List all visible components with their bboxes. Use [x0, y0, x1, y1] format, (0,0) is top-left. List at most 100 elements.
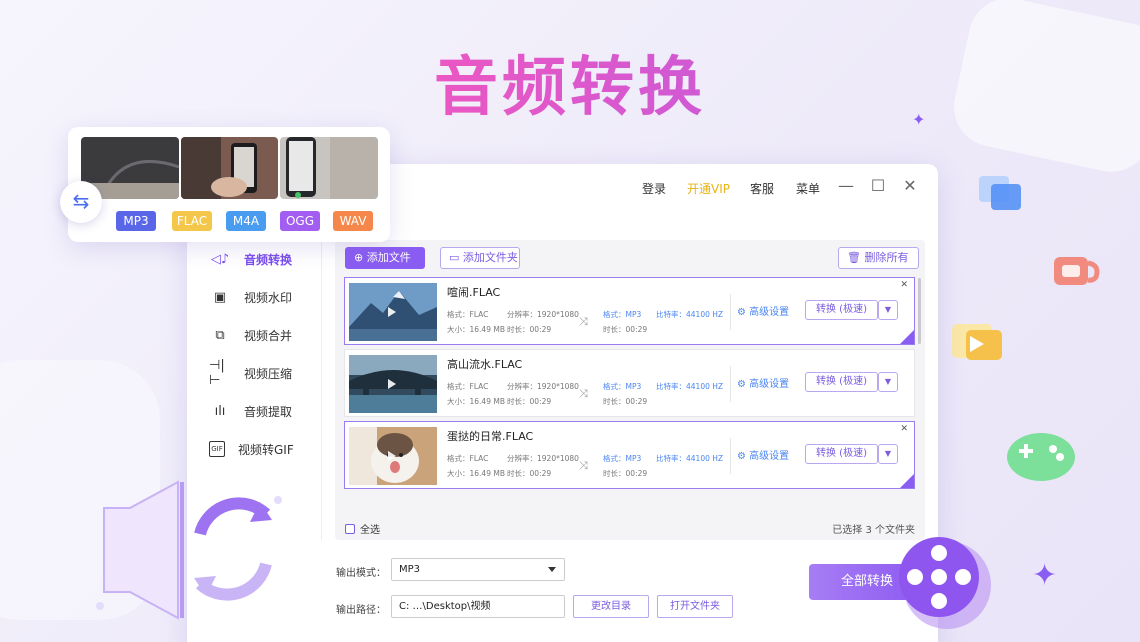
gear-icon: ⚙ — [737, 451, 750, 462]
output-format: MP3 — [625, 382, 642, 391]
output-mode-label: 输出模式： — [336, 568, 386, 579]
open-folder-button[interactable]: 打开文件夹 — [657, 595, 733, 618]
video-thumbnail-dog — [349, 427, 437, 485]
advanced-settings-link[interactable]: ⚙ 高级设置 — [737, 375, 789, 390]
meta-label: 大小： — [447, 397, 470, 406]
sidebar-item-video-merge[interactable]: ⧉ 视频合并 — [187, 316, 321, 354]
file-name: 喧闹.FLAC — [447, 286, 501, 299]
remove-file-icon[interactable]: ✕ — [900, 280, 908, 290]
convert-button[interactable]: 转换 (极速) — [805, 372, 878, 392]
format-tag-ogg: OGG — [280, 211, 320, 231]
trash-icon: 🗑 — [847, 251, 865, 264]
meta-label: 时长： — [507, 397, 530, 406]
select-all-label: 全选 — [360, 525, 380, 536]
source-format: FLAC — [469, 382, 489, 391]
file-name: 高山流水.FLAC — [447, 358, 523, 371]
login-link[interactable]: 登录 — [642, 180, 666, 197]
source-size: 16.49 MB — [469, 325, 505, 334]
window-decor-icon — [979, 176, 1021, 210]
photo-phone-in-hand — [180, 137, 279, 199]
selected-check-icon — [900, 474, 914, 488]
play-icon — [388, 451, 396, 461]
maximize-icon[interactable]: ☐ — [869, 177, 887, 195]
sidebar-item-label: 音频转换 — [244, 252, 293, 267]
gamepad-decor-icon — [1007, 433, 1075, 481]
sidebar-item-video-compress[interactable]: ⊣|⊢ 视频压缩 — [187, 354, 321, 392]
file-list-panel: ⊕ 添加文件 ▭ 添加文件夹 🗑 删除所有 喧闹.FLAC 格式：FLAC 分辨… — [335, 240, 925, 540]
file-row[interactable]: 蛋挞的日常.FLAC 格式：FLAC 分辨率：1920*1080 大小：16.4… — [344, 421, 915, 489]
output-format: MP3 — [625, 454, 642, 463]
meta-label: 大小： — [447, 325, 470, 334]
speaker-icon: ◁♪ — [210, 251, 230, 267]
file-row[interactable]: 喧闹.FLAC 格式：FLAC 分辨率：1920*1080 大小：16.49 M… — [344, 277, 915, 345]
menu-link[interactable]: 菜单 — [796, 180, 820, 197]
meta-label: 比特率： — [656, 310, 686, 319]
source-duration: 00:29 — [529, 469, 552, 478]
scrollbar[interactable] — [918, 278, 921, 344]
output-path-field[interactable]: C: …\Desktop\视频 — [391, 595, 565, 618]
divider — [730, 366, 731, 402]
chevron-down-icon[interactable]: ▼ — [878, 300, 898, 320]
meta-label: 分辨率： — [507, 382, 537, 391]
chevron-down-icon[interactable]: ▼ — [878, 372, 898, 392]
customer-service-link[interactable]: 客服 — [750, 180, 774, 197]
advanced-settings-label: 高级设置 — [749, 379, 790, 390]
source-duration: 00:29 — [529, 397, 552, 406]
sidebar-item-video-to-gif[interactable]: GIF 视频转GIF — [187, 430, 321, 468]
select-all-checkbox[interactable]: 全选 — [345, 521, 380, 536]
swap-arrows-icon: ⇆ — [60, 181, 102, 223]
sidebar-item-video-watermark[interactable]: ▣ 视频水印 — [187, 278, 321, 316]
sparkle-icon: ✦ — [1032, 558, 1058, 593]
source-size: 16.49 MB — [469, 397, 505, 406]
close-icon[interactable]: ✕ — [901, 177, 919, 195]
gear-icon: ⚙ — [737, 307, 750, 318]
output-bitrate: 44100 HZ — [686, 310, 724, 319]
advanced-settings-link[interactable]: ⚙ 高级设置 — [737, 303, 789, 318]
convert-button[interactable]: 转换 (极速) — [805, 300, 878, 320]
add-folder-label: 添加文件夹 — [462, 251, 518, 264]
sidebar-item-audio-convert[interactable]: ◁♪ 音频转换 — [187, 240, 321, 278]
advanced-settings-link[interactable]: ⚙ 高级设置 — [737, 447, 789, 462]
convert-button[interactable]: 转换 (极速) — [805, 444, 878, 464]
output-duration: 00:29 — [625, 469, 648, 478]
watermark-icon: ▣ — [213, 289, 227, 305]
add-file-button[interactable]: ⊕ 添加文件 — [345, 247, 425, 269]
meta-label: 分辨率： — [507, 454, 537, 463]
add-folder-button[interactable]: ▭ 添加文件夹 — [440, 247, 520, 269]
change-directory-button[interactable]: 更改目录 — [573, 595, 649, 618]
plus-icon: ⊕ — [354, 251, 367, 264]
meta-label: 格式： — [447, 382, 470, 391]
shuffle-icon: ⤨ — [579, 315, 588, 328]
sidebar-item-label: 视频合并 — [244, 328, 293, 343]
minimize-icon[interactable]: — — [837, 177, 855, 195]
format-card: ⇆ MP3 FLAC M4A OGG WAV — [60, 127, 390, 242]
delete-all-button[interactable]: 🗑 删除所有 — [838, 247, 919, 269]
output-duration: 00:29 — [625, 325, 648, 334]
shuffle-icon: ⤨ — [579, 459, 588, 472]
sidebar-item-audio-extract[interactable]: ılı 音频提取 — [187, 392, 321, 430]
play-icon — [388, 379, 396, 389]
chevron-down-icon[interactable]: ▼ — [878, 444, 898, 464]
sidebar-item-label: 视频转GIF — [238, 442, 294, 457]
output-path-label: 输出路径： — [336, 605, 386, 616]
output-mode-value: MP3 — [399, 564, 421, 575]
remove-file-icon[interactable]: ✕ — [900, 424, 908, 434]
video-thumbnail-bridge — [349, 355, 437, 413]
folder-icon: ▭ — [449, 251, 463, 264]
meta-label: 时长： — [603, 469, 626, 478]
output-mode-select[interactable]: MP3 — [391, 558, 565, 581]
sidebar-item-label: 音频提取 — [244, 404, 293, 419]
meta-label: 时长： — [507, 469, 530, 478]
hero-title: 音频转换 — [0, 36, 1140, 128]
source-format: FLAC — [469, 454, 489, 463]
source-format: FLAC — [469, 310, 489, 319]
format-tag-mp3: MP3 — [116, 211, 156, 231]
merge-icon: ⧉ — [215, 327, 225, 343]
photo-strip — [81, 137, 379, 199]
meta-label: 比特率： — [656, 454, 686, 463]
vip-link[interactable]: 开通VIP — [687, 180, 730, 197]
meta-label: 格式： — [603, 454, 626, 463]
meta-label: 时长： — [603, 397, 626, 406]
file-row[interactable]: 高山流水.FLAC 格式：FLAC 分辨率：1920*1080 大小：16.49… — [344, 349, 915, 417]
divider — [730, 294, 731, 330]
